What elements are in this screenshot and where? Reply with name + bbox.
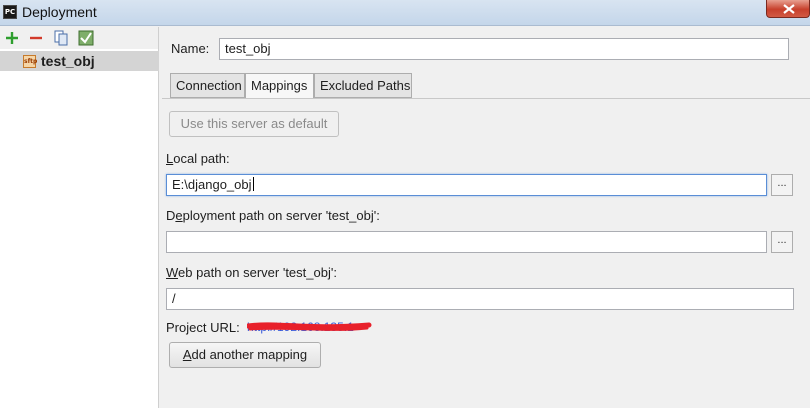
browse-local-path-button[interactable]: ... xyxy=(771,174,793,196)
window-title: Deployment xyxy=(22,4,97,20)
server-toolbar xyxy=(0,27,158,49)
mappings-panel: Use this server as default Local path: E… xyxy=(162,98,810,408)
add-another-mapping-button[interactable]: Add another mapping xyxy=(169,342,321,368)
title-bar: PC Deployment xyxy=(0,0,810,26)
project-url-label: Project URL: xyxy=(166,320,240,335)
tab-excluded-paths[interactable]: Excluded Paths xyxy=(314,73,412,98)
close-icon xyxy=(783,4,795,14)
project-url[interactable]: http://192.168.135.1 xyxy=(247,320,372,334)
web-path-field[interactable]: / xyxy=(166,288,794,310)
tab-connection[interactable]: Connection xyxy=(170,73,245,98)
copy-icon[interactable] xyxy=(53,30,69,46)
local-path-label: Local path: xyxy=(166,151,230,166)
deployment-path-field[interactable] xyxy=(166,231,767,253)
pycharm-app-icon: PC xyxy=(3,5,17,19)
deployment-path-label: Deployment path on server 'test_obj': xyxy=(166,208,380,223)
name-field[interactable]: test_obj xyxy=(219,38,789,60)
name-label: Name: xyxy=(171,41,210,56)
remove-icon[interactable] xyxy=(28,30,44,46)
server-list-panel: sftp test_obj xyxy=(0,27,159,408)
server-settings-panel: Name: test_obj Connection Mappings Exclu… xyxy=(160,27,810,408)
local-path-field[interactable]: E:\django_obj xyxy=(166,174,767,196)
web-path-label: Web path on server 'test_obj': xyxy=(166,265,337,280)
server-list-item[interactable]: sftp test_obj xyxy=(0,51,159,71)
use-as-default-button[interactable]: Use this server as default xyxy=(169,111,339,137)
close-window-button[interactable] xyxy=(766,0,810,18)
check-icon[interactable] xyxy=(78,30,94,46)
browse-deployment-path-button[interactable]: ... xyxy=(771,231,793,253)
add-icon[interactable] xyxy=(4,30,20,46)
sftp-icon: sftp xyxy=(23,55,37,68)
redaction-scribble xyxy=(247,322,372,331)
tab-mappings[interactable]: Mappings xyxy=(245,73,314,99)
server-name: test_obj xyxy=(41,53,95,69)
